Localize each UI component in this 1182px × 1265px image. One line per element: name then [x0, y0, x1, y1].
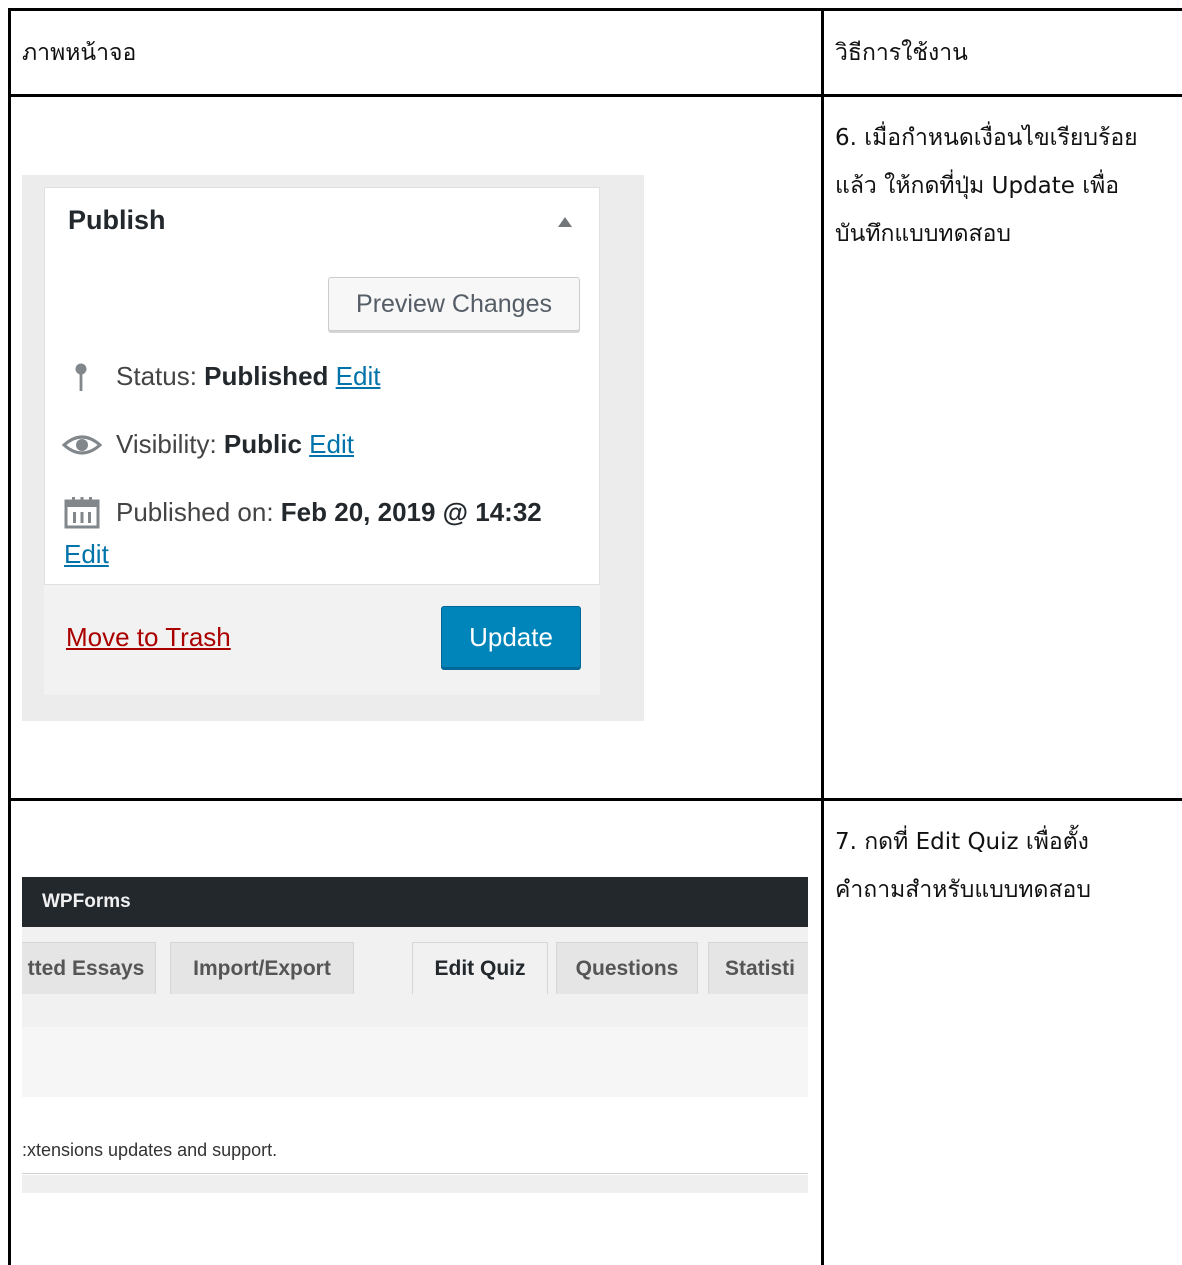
status-value: Published — [204, 361, 329, 391]
visibility-label: Visibility: — [116, 429, 217, 459]
tab-edit-quiz[interactable]: Edit Quiz — [412, 942, 548, 994]
preview-changes-button[interactable]: Preview Changes — [328, 277, 580, 331]
admin-top-bar: WPForms — [22, 877, 808, 927]
tab-questions[interactable]: Questions — [556, 942, 698, 994]
publish-panel-screenshot: Publish Preview Changes Status: Publishe… — [22, 175, 644, 721]
status-edit-link[interactable]: Edit — [336, 361, 381, 391]
step-7-instruction: 7. กดที่ Edit Quiz เพื่อตั้ง คำถามสำหรับ… — [835, 829, 1091, 903]
move-to-trash-link[interactable]: Move to Trash — [66, 622, 231, 653]
tab-statistics[interactable]: Statisti — [708, 942, 808, 994]
published-on-edit-link[interactable]: Edit — [64, 539, 109, 569]
tab-import-export[interactable]: Import/Export — [170, 942, 354, 994]
table-border-top — [8, 8, 1182, 11]
published-on-edit-row: Edit — [64, 539, 109, 570]
visibility-value: Public — [223, 429, 302, 459]
status-row: Status: Published Edit — [68, 361, 380, 392]
status-label: Status: — [116, 361, 197, 391]
bottom-band — [22, 1175, 808, 1193]
table-column-divider — [821, 8, 824, 1265]
publish-title: Publish — [68, 205, 166, 235]
tab-submitted-essays[interactable]: tted Essays — [22, 942, 156, 994]
step-6-instruction: 6. เมื่อกำหนดเงื่อนไขเรียบร้อย แล้ว ให้ก… — [835, 125, 1138, 247]
notice-band — [22, 1027, 808, 1097]
published-on-row: Published on: Feb 20, 2019 @ 14:32 — [68, 497, 542, 528]
visibility-row: Visibility: Public Edit — [68, 429, 354, 460]
table-row-divider-2 — [8, 798, 1182, 801]
table-border-left — [8, 8, 11, 1265]
header-instruction-column: วิธีการใช้งาน — [835, 40, 968, 66]
table-row-divider-1 — [8, 94, 1182, 97]
published-on-label: Published on: — [116, 497, 274, 527]
license-notice-text: :xtensions updates and support. — [22, 1140, 278, 1160]
published-on-value: Feb 20, 2019 @ 14:32 — [280, 497, 542, 527]
wpforms-label[interactable]: WPForms — [42, 891, 131, 913]
quiz-tabs-screenshot: WPForms tted Essays Import/Export Edit Q… — [22, 877, 808, 1193]
notice-divider-bottom — [22, 1173, 808, 1174]
caret-up-icon[interactable] — [558, 217, 572, 227]
header-screenshot-column: ภาพหน้าจอ — [22, 40, 137, 66]
update-button[interactable]: Update — [441, 606, 581, 668]
visibility-edit-link[interactable]: Edit — [309, 429, 354, 459]
